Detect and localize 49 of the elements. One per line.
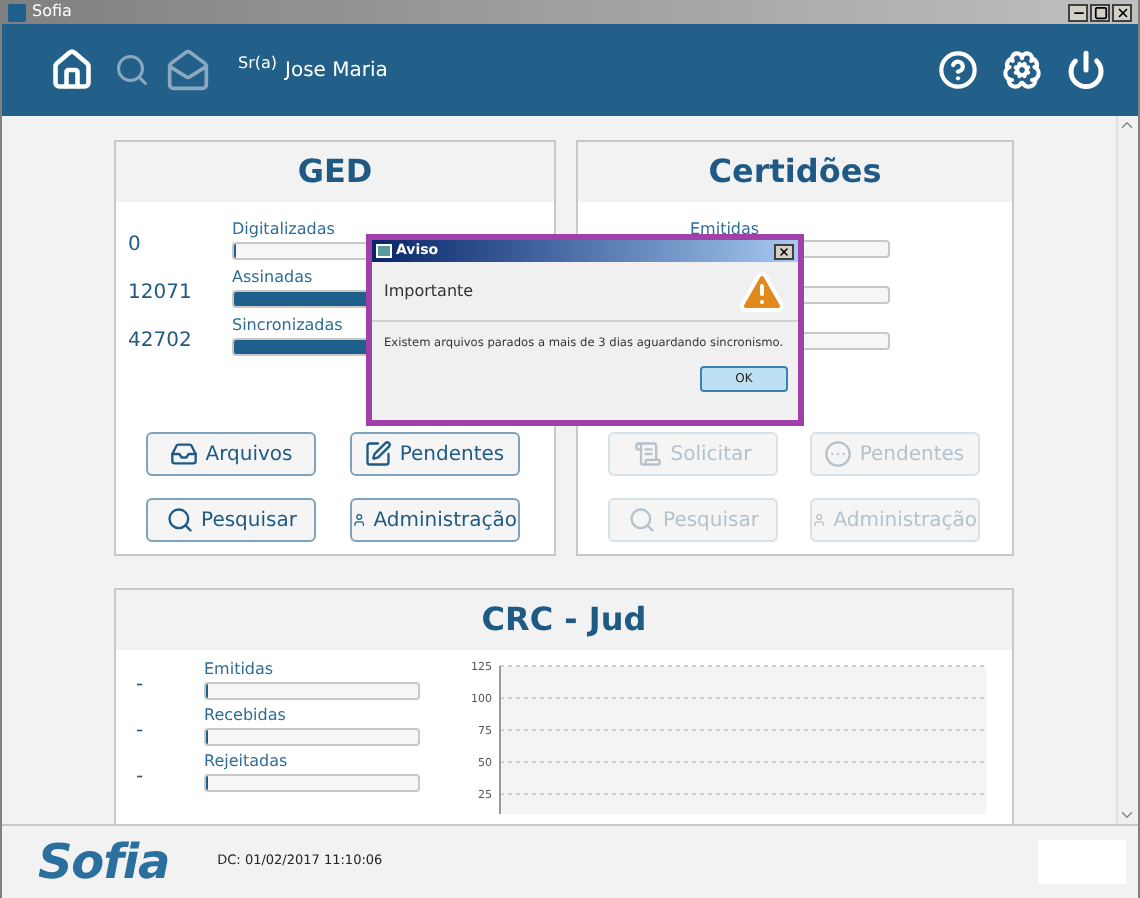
- scroll-down-icon[interactable]: [1118, 806, 1136, 824]
- count-value: 42702: [128, 328, 194, 356]
- metric-label: Sincronizadas: [232, 314, 345, 338]
- close-button[interactable]: [1112, 3, 1132, 21]
- metric-label: Digitalizadas: [232, 218, 337, 242]
- count-value: -: [136, 718, 146, 746]
- search-icon: [165, 506, 194, 534]
- search-icon: [627, 506, 656, 534]
- panel-title: CRC - Jud: [481, 598, 647, 642]
- metric-label: Recebidas: [204, 704, 288, 728]
- count-value: 12071: [128, 280, 194, 308]
- power-icon[interactable]: [1066, 50, 1106, 90]
- dialog-heading: Importante: [384, 279, 474, 303]
- tray-icon: [169, 440, 198, 468]
- maximize-icon: [1093, 5, 1107, 19]
- count-value: -: [136, 672, 146, 700]
- panel-button[interactable]: Pendentes: [349, 432, 519, 476]
- metric-label: Emitidas: [690, 218, 762, 240]
- count-value: -: [136, 764, 146, 792]
- brain-icon[interactable]: [1002, 50, 1042, 90]
- panel-button[interactable]: Pesquisar: [146, 498, 316, 542]
- metric-label: Assinadas: [232, 266, 315, 290]
- salutation: Sr(a): [238, 52, 278, 76]
- edit-icon: [363, 440, 392, 468]
- metric-label: Emitidas: [204, 658, 276, 682]
- window-title: Sofia: [32, 4, 72, 20]
- help-icon[interactable]: [938, 50, 978, 90]
- search-icon[interactable]: [114, 52, 150, 88]
- metric-label: Rejeitadas: [204, 750, 290, 774]
- ellipsis-icon: [823, 440, 852, 468]
- mail-icon[interactable]: [166, 48, 210, 92]
- home-icon[interactable]: [50, 48, 94, 92]
- minimize-button[interactable]: [1068, 3, 1088, 21]
- panel-button[interactable]: Administração: [349, 498, 519, 542]
- scrollbar[interactable]: [1116, 116, 1136, 824]
- panel-title: Certidões: [708, 150, 882, 194]
- user-name: Jose Maria: [285, 57, 388, 85]
- dialog-app-icon: [376, 244, 392, 258]
- logo: Sofia: [38, 838, 170, 886]
- scroll-up-icon[interactable]: [1118, 116, 1136, 134]
- document-icon: [634, 440, 663, 468]
- close-button[interactable]: [774, 243, 794, 259]
- close-icon: [1115, 5, 1129, 19]
- count-value: 0: [128, 232, 143, 260]
- panel-button[interactable]: Arquivos: [146, 432, 316, 476]
- close-icon: [778, 245, 790, 257]
- maximize-button[interactable]: [1090, 3, 1110, 21]
- warning-icon: [738, 267, 786, 315]
- panel-title: GED: [297, 150, 373, 194]
